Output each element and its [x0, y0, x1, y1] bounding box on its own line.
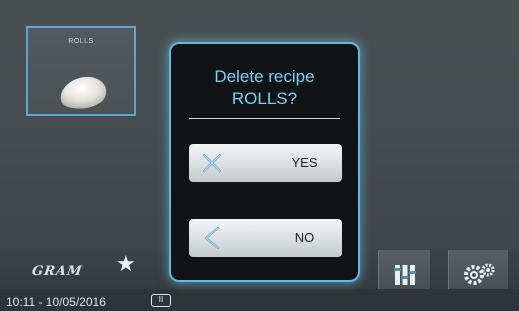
- no-label: NO: [294, 230, 315, 245]
- equalizer-icon: [393, 265, 416, 285]
- recipe-tile-label: ROLLS: [68, 38, 94, 45]
- close-x-icon: [202, 153, 222, 173]
- dialog-title: Delete recipe ROLLS?: [171, 66, 358, 110]
- yes-button[interactable]: YES: [189, 144, 342, 182]
- back-arrow-icon: [204, 227, 220, 249]
- recipe-tile-rolls[interactable]: ROLLS: [26, 26, 136, 116]
- delete-confirm-dialog: Delete recipe ROLLS? YES NO: [169, 42, 360, 282]
- gears-icon: [463, 263, 494, 285]
- dialog-title-line2: ROLLS?: [231, 89, 298, 108]
- dialog-title-line1: Delete recipe: [214, 67, 315, 86]
- star-icon[interactable]: ★: [116, 254, 136, 276]
- screen: ROLLS GRAM ★ 10:11 - 10/05/2016 II Delet…: [0, 0, 519, 311]
- divider: [189, 118, 340, 119]
- no-button[interactable]: NO: [189, 219, 342, 257]
- gram-logo: GRAM: [30, 264, 84, 279]
- yes-label: YES: [291, 155, 318, 170]
- rolls-photo-icon: [60, 76, 107, 109]
- datetime-label: 10:11 - 10/05/2016: [6, 295, 106, 309]
- pause-icon[interactable]: II: [151, 294, 171, 307]
